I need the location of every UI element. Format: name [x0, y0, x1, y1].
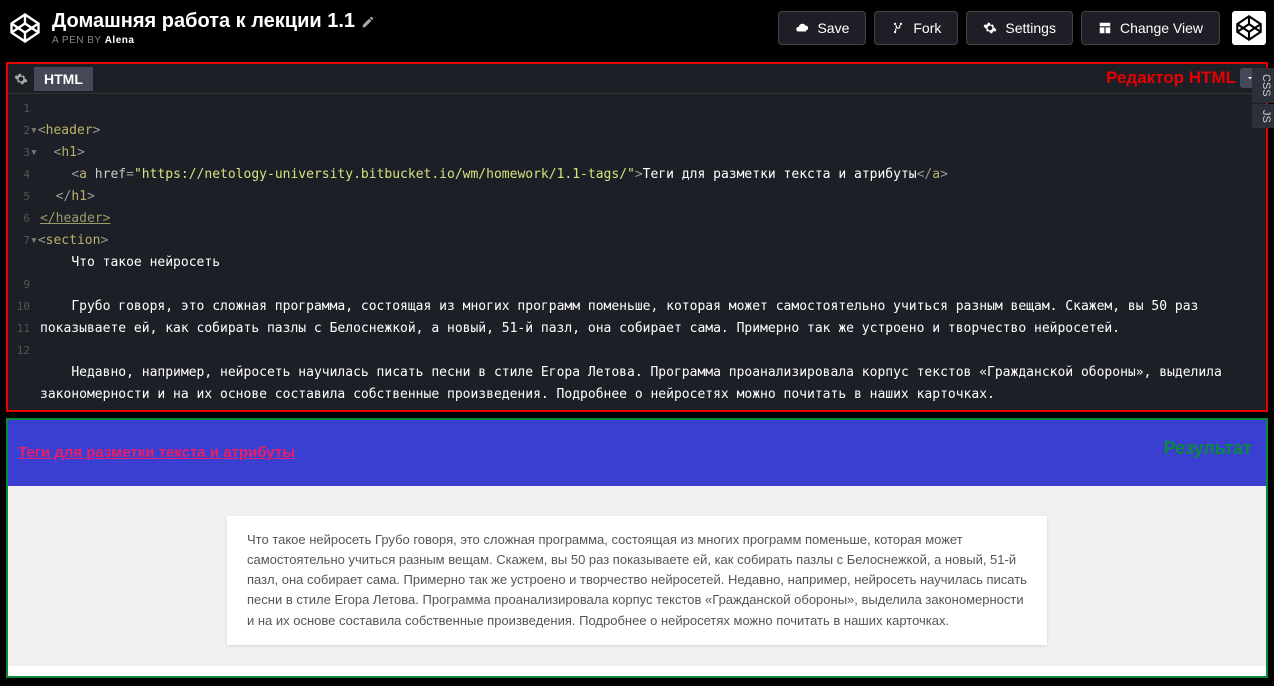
- gear-icon[interactable]: [14, 72, 28, 86]
- result-heading-link[interactable]: Теги для разметки текста и атрибуты: [18, 444, 295, 461]
- title-block: Домашняя работа к лекции 1.1 A PEN BY Al…: [52, 10, 778, 46]
- fork-icon: [891, 21, 905, 35]
- result-header-banner: Теги для разметки текста и атрибуты Резу…: [8, 420, 1266, 486]
- code-content[interactable]: ▾<header> ▾ <h1> <a href="https://netolo…: [36, 94, 1266, 410]
- line-number-blank: [8, 252, 30, 274]
- side-tabs: CSS JS: [1252, 68, 1274, 129]
- line-number: 7: [8, 230, 30, 252]
- gutter: 1 2 3 4 5 6 7 9 10 11 12: [8, 94, 36, 410]
- author-link[interactable]: Alena: [105, 35, 135, 46]
- code-link-text: Теги для разметки текста и атрибуты: [643, 167, 917, 182]
- cloud-icon: [795, 21, 809, 35]
- save-label: Save: [817, 20, 849, 36]
- editor-header: HTML Редактор HTML: [8, 64, 1266, 94]
- byline-prefix: A PEN BY: [52, 35, 105, 46]
- cube-icon: [1236, 15, 1262, 41]
- line-number: 11: [8, 318, 30, 340]
- code-line: Что такое нейросеть: [40, 255, 220, 270]
- line-number: 1: [8, 98, 30, 120]
- annotation-result: Результат: [1164, 438, 1252, 459]
- code-line: Грубо говоря, это сложная программа, сос…: [40, 299, 1206, 336]
- line-number: 4: [8, 164, 30, 186]
- fork-label: Fork: [913, 20, 941, 36]
- top-buttons: Save Fork Settings Change View: [778, 11, 1266, 45]
- change-view-label: Change View: [1120, 20, 1203, 36]
- code-area[interactable]: 1 2 3 4 5 6 7 9 10 11 12 ▾<header> ▾ <h1…: [8, 94, 1266, 410]
- change-view-button[interactable]: Change View: [1081, 11, 1220, 45]
- edit-icon[interactable]: [361, 15, 375, 29]
- top-bar: Домашняя работа к лекции 1.1 A PEN BY Al…: [0, 0, 1274, 56]
- code-href: "https://netology-university.bitbucket.i…: [134, 167, 635, 182]
- annotation-editor: Редактор HTML: [1106, 68, 1236, 88]
- save-button[interactable]: Save: [778, 11, 866, 45]
- line-number: 5: [8, 186, 30, 208]
- settings-button[interactable]: Settings: [966, 11, 1073, 45]
- line-number: 2: [8, 120, 30, 142]
- avatar[interactable]: [1232, 11, 1266, 45]
- tab-js[interactable]: JS: [1252, 104, 1274, 129]
- line-number: 3: [8, 142, 30, 164]
- line-number: 12: [8, 340, 30, 362]
- result-body: Что такое нейросеть Грубо говоря, это сл…: [8, 486, 1266, 666]
- gear-icon: [983, 21, 997, 35]
- fork-button[interactable]: Fork: [874, 11, 958, 45]
- line-number: 9: [8, 274, 30, 296]
- pen-title: Домашняя работа к лекции 1.1: [52, 10, 355, 33]
- byline: A PEN BY Alena: [52, 35, 778, 46]
- result-card: Что такое нейросеть Грубо говоря, это сл…: [227, 516, 1047, 645]
- code-line: Недавно, например, нейросеть научилась п…: [40, 365, 1230, 402]
- line-number: 10: [8, 296, 30, 318]
- cube-icon: [10, 13, 40, 43]
- codepen-logo-icon[interactable]: [8, 11, 42, 45]
- editor-panel: HTML Редактор HTML 1 2 3 4 5 6 7 9 10 11…: [6, 62, 1268, 412]
- editor-tab-html[interactable]: HTML: [34, 67, 93, 91]
- layout-icon: [1098, 21, 1112, 35]
- settings-label: Settings: [1005, 20, 1056, 36]
- tab-css[interactable]: CSS: [1252, 68, 1274, 103]
- result-panel: Теги для разметки текста и атрибуты Резу…: [6, 418, 1268, 678]
- line-number: 6: [8, 208, 30, 230]
